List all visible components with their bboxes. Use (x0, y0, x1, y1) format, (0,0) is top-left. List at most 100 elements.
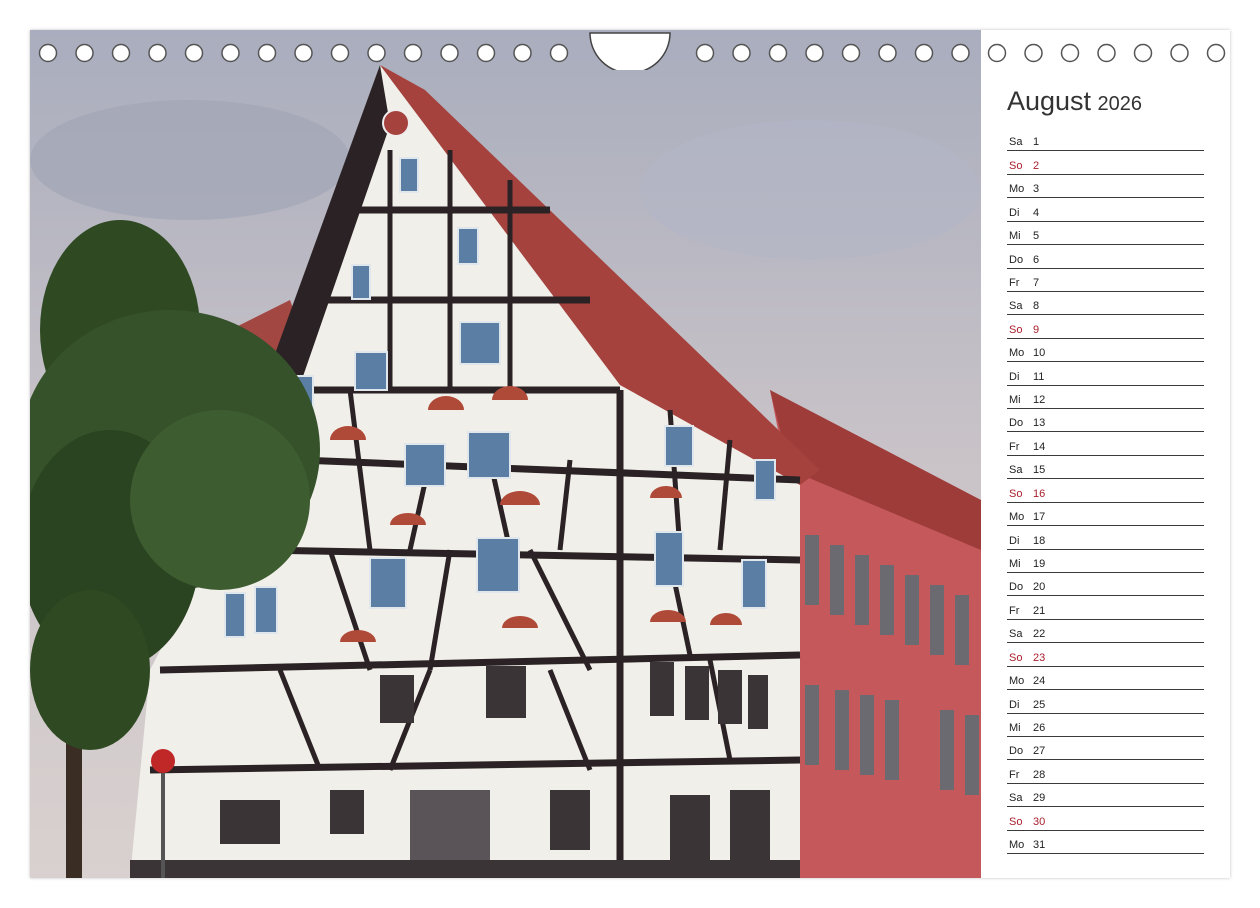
day-weekday: So (1009, 651, 1023, 664)
day-row: Mi 26 (1007, 714, 1204, 737)
day-number: 20 (1033, 581, 1046, 594)
day-number: 22 (1033, 628, 1046, 641)
day-weekday: So (1009, 487, 1023, 500)
day-number: 23 (1033, 651, 1046, 664)
day-row: Mo 10 (1007, 339, 1204, 363)
day-row: Di 18 (1007, 526, 1204, 550)
day-row: Sa 22 (1007, 620, 1204, 644)
day-number: 29 (1033, 792, 1046, 805)
day-number: 25 (1033, 698, 1046, 711)
day-row: Mo 31 (1007, 831, 1204, 855)
calendar-panel: August 2026 Sa 1 So 2 Mo 3 Di 4 Mi 5 Do 6 Fr 7 Sa 8 So 9 M… (981, 30, 1230, 878)
day-row: Do 27 (1007, 737, 1204, 761)
day-row: Sa 29 (1007, 784, 1204, 808)
day-number: 15 (1033, 464, 1046, 477)
day-number: 17 (1033, 511, 1046, 524)
day-weekday: Mo (1009, 511, 1025, 524)
day-row: Mi 19 (1007, 550, 1204, 574)
day-number: 30 (1033, 815, 1046, 828)
day-number: 6 (1033, 253, 1040, 266)
day-weekday: Sa (1009, 464, 1023, 477)
day-number: 21 (1033, 604, 1046, 617)
day-number: 24 (1033, 675, 1046, 688)
day-weekday: Mi (1009, 230, 1021, 243)
day-weekday: Di (1009, 370, 1020, 383)
day-row: Fr 7 (1007, 269, 1204, 292)
day-weekday: Sa (1009, 136, 1023, 149)
day-number: 7 (1033, 276, 1040, 289)
day-weekday: Do (1009, 253, 1024, 266)
day-weekday: Sa (1009, 792, 1023, 805)
day-number: 8 (1033, 300, 1040, 313)
day-number: 12 (1033, 394, 1046, 407)
day-weekday: Do (1009, 745, 1024, 758)
day-row: So 9 (1007, 315, 1204, 339)
day-number: 4 (1033, 206, 1040, 219)
day-weekday: Mo (1009, 347, 1025, 360)
day-row: Sa 1 (1007, 128, 1204, 152)
day-row: So 23 (1007, 643, 1204, 667)
day-number: 28 (1033, 768, 1046, 781)
day-row: So 30 (1007, 807, 1204, 831)
month-title: August 2026 (1007, 86, 1142, 117)
day-weekday: Di (1009, 534, 1020, 547)
day-weekday: So (1009, 159, 1023, 172)
day-weekday: Mi (1009, 558, 1021, 571)
day-number: 16 (1033, 487, 1046, 500)
day-weekday: Fr (1009, 440, 1020, 453)
day-weekday: Fr (1009, 276, 1020, 289)
day-weekday: Mo (1009, 839, 1025, 852)
month-year: 2026 (1097, 93, 1143, 115)
day-number: 3 (1033, 183, 1040, 196)
day-number: 18 (1033, 534, 1046, 547)
day-row: Fr 28 (1007, 760, 1204, 784)
day-weekday: Do (1009, 581, 1024, 594)
day-weekday: Fr (1009, 604, 1020, 617)
day-row: Mo 24 (1007, 667, 1204, 691)
day-row: Mo 3 (1007, 175, 1204, 199)
day-number: 26 (1033, 721, 1046, 734)
day-row: Di 11 (1007, 362, 1204, 386)
day-row: So 16 (1007, 479, 1204, 503)
month-name: August (1007, 86, 1092, 116)
day-number: 14 (1033, 440, 1046, 453)
day-row: Mi 5 (1007, 222, 1204, 246)
day-number: 9 (1033, 323, 1040, 336)
day-row: Sa 15 (1007, 456, 1204, 480)
day-weekday: Sa (1009, 628, 1023, 641)
day-weekday: So (1009, 815, 1023, 828)
day-number: 19 (1033, 558, 1046, 571)
day-weekday: Mi (1009, 394, 1021, 407)
day-weekday: Di (1009, 206, 1020, 219)
day-number: 27 (1033, 745, 1046, 758)
day-row: Sa 8 (1007, 292, 1204, 316)
day-weekday: Sa (1009, 300, 1023, 313)
day-number: 31 (1033, 839, 1046, 852)
calendar-photo (30, 30, 981, 878)
day-number: 11 (1033, 370, 1045, 383)
half-timbered-house-image (30, 30, 981, 878)
day-row: Do 20 (1007, 573, 1204, 597)
day-number: 2 (1033, 159, 1040, 172)
day-row: Do 13 (1007, 409, 1204, 433)
day-row: Fr 14 (1007, 432, 1204, 456)
day-number: 13 (1033, 417, 1046, 430)
day-list: Sa 1 So 2 Mo 3 Di 4 Mi 5 Do 6 Fr 7 Sa 8 So 9 Mo 10 Di 11 Mi 12 D… (1007, 128, 1204, 855)
day-weekday: Mo (1009, 675, 1025, 688)
day-row: Mi 12 (1007, 386, 1204, 410)
day-number: 10 (1033, 347, 1046, 360)
day-weekday: Fr (1009, 768, 1020, 781)
day-weekday: Do (1009, 417, 1024, 430)
day-row: Mo 17 (1007, 503, 1204, 527)
day-weekday: Mo (1009, 183, 1025, 196)
day-weekday: Mi (1009, 721, 1021, 734)
day-row: Fr 21 (1007, 596, 1204, 620)
calendar-page: August 2026 Sa 1 So 2 Mo 3 Di 4 Mi 5 Do 6 Fr 7 Sa 8 So 9 M… (30, 30, 1230, 878)
day-row: Di 25 (1007, 690, 1204, 714)
day-weekday: So (1009, 323, 1023, 336)
day-row: Di 4 (1007, 198, 1204, 222)
day-row: Do 6 (1007, 245, 1204, 269)
day-weekday: Di (1009, 698, 1020, 711)
day-row: So 2 (1007, 151, 1204, 175)
day-number: 1 (1033, 136, 1040, 149)
